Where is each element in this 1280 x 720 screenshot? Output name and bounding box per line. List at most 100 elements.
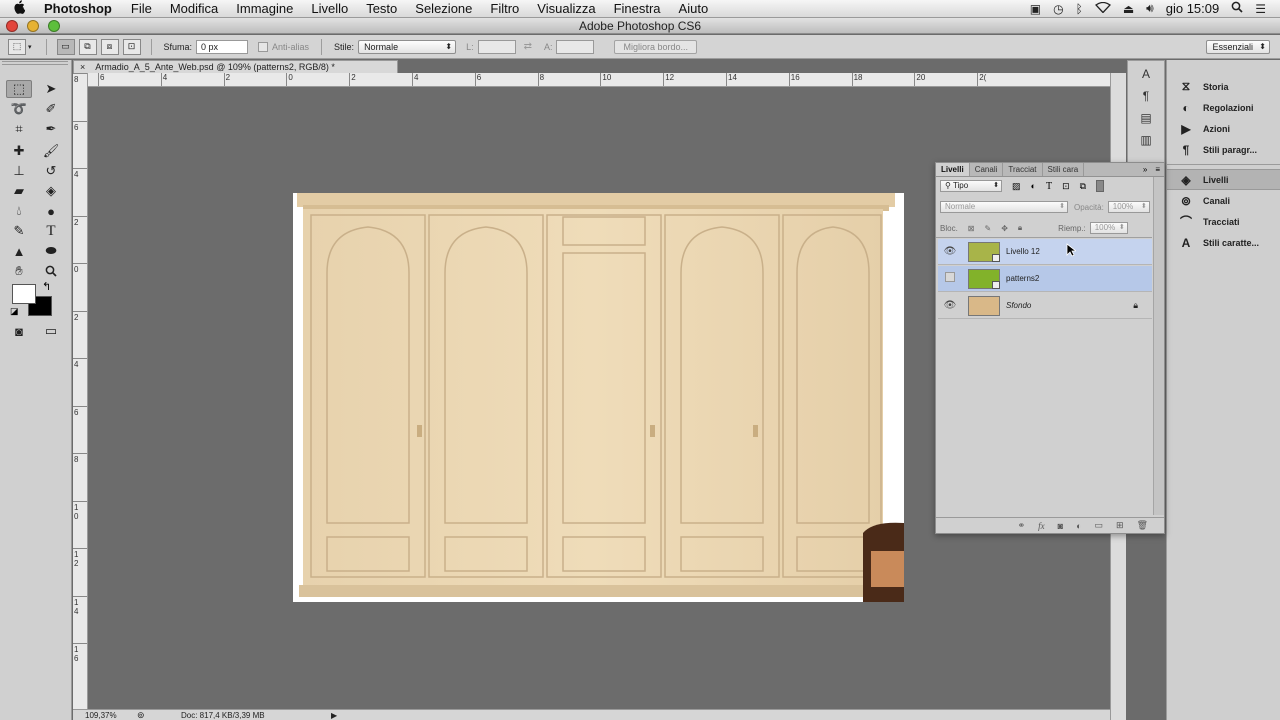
- vertical-ruler[interactable]: 8 6 4 2 0 2 4 6 8 1 0 1 2 1 4 1 6: [73, 73, 88, 711]
- menu-immagine[interactable]: Immagine: [227, 1, 302, 16]
- blur-tool-icon[interactable]: 💧︎: [6, 202, 32, 220]
- layer-visibility-eye-icon[interactable]: 👁︎: [938, 300, 962, 311]
- height-input[interactable]: [556, 39, 595, 54]
- tab-tracciati[interactable]: Tracciat: [1003, 163, 1043, 176]
- menu-selezione[interactable]: Selezione: [406, 1, 481, 16]
- lock-position-icon[interactable]: ✥: [1001, 224, 1008, 233]
- panel-collapse-icon[interactable]: »: [1139, 163, 1151, 176]
- blend-mode-select[interactable]: Normale: [940, 201, 1068, 213]
- bluetooth-icon[interactable]: ᛒ: [1076, 2, 1083, 16]
- spotlight-search-icon[interactable]: [1231, 1, 1243, 16]
- feather-input[interactable]: 0 px: [196, 39, 249, 54]
- status-menu-arrow-icon[interactable]: ▶: [331, 711, 337, 720]
- paint-bucket-tool-icon[interactable]: ◈: [38, 182, 64, 200]
- status-preview-icon[interactable]: ⊚: [137, 710, 159, 720]
- width-input[interactable]: [477, 39, 516, 54]
- document-tab[interactable]: × Armadio_A_5_Ante_Web.psd @ 109% (patte…: [73, 60, 398, 74]
- clone-stamp-tool-icon[interactable]: ⊥: [6, 162, 32, 180]
- type-tool-icon[interactable]: T: [38, 222, 64, 240]
- workspace-select[interactable]: Essenziali: [1206, 39, 1270, 54]
- eject-icon[interactable]: ⏏: [1123, 2, 1134, 16]
- dock-item-tracciati[interactable]: ⌒ Tracciati: [1167, 211, 1280, 232]
- brush-tool-icon[interactable]: 🖌︎: [38, 142, 64, 160]
- filter-adjustment-layer-icon[interactable]: ◐: [1031, 181, 1036, 191]
- layer-name[interactable]: Sfondo: [1006, 301, 1031, 310]
- dock-item-livelli[interactable]: ◈ Livelli: [1167, 169, 1280, 190]
- panel-icon[interactable]: ▤: [1135, 109, 1157, 127]
- layer-name[interactable]: Livello 12: [1006, 247, 1040, 256]
- zoom-tool-icon[interactable]: [38, 262, 64, 280]
- lock-image-pixels-icon[interactable]: ✎: [985, 224, 992, 233]
- wardrobe-image[interactable]: [293, 193, 904, 602]
- dock-item-azioni[interactable]: ▶ Azioni: [1167, 118, 1280, 139]
- history-brush-tool-icon[interactable]: ↺: [38, 162, 64, 180]
- eraser-tool-icon[interactable]: ▰: [6, 182, 32, 200]
- default-colors-icon[interactable]: ◪: [10, 306, 19, 317]
- panel-menu-icon[interactable]: ≡: [1151, 163, 1164, 176]
- close-window-button[interactable]: [6, 20, 18, 32]
- hand-tool-icon[interactable]: ✋︎: [6, 262, 32, 280]
- pen-tool-icon[interactable]: ✎: [6, 222, 32, 240]
- style-select[interactable]: Normale: [358, 39, 457, 54]
- filter-smart-object-icon[interactable]: ⧉: [1080, 181, 1086, 192]
- menu-visualizza[interactable]: Visualizza: [528, 1, 604, 16]
- paragraph-panel-icon[interactable]: ¶: [1135, 87, 1157, 105]
- layer-style-fx-icon[interactable]: fx: [1038, 521, 1045, 531]
- refine-edge-button[interactable]: Migliora bordo...: [614, 39, 698, 54]
- healing-brush-tool-icon[interactable]: ✚: [6, 142, 32, 160]
- layer-name[interactable]: patterns2: [1006, 274, 1039, 283]
- swap-dimensions-icon[interactable]: ⇄: [524, 41, 532, 52]
- minimize-window-button[interactable]: [27, 20, 39, 32]
- lock-all-icon[interactable]: 🔒︎: [1018, 223, 1022, 233]
- fill-input[interactable]: 100%: [1089, 222, 1128, 234]
- move-tool-icon[interactable]: ➤: [38, 80, 64, 98]
- new-group-icon[interactable]: ▭: [1095, 520, 1104, 531]
- menu-modifica[interactable]: Modifica: [161, 1, 227, 16]
- new-adjustment-layer-icon[interactable]: ◐: [1076, 521, 1081, 531]
- filter-pixel-layer-icon[interactable]: ▨: [1012, 181, 1021, 192]
- screen-mode-icon[interactable]: ▭: [38, 322, 64, 340]
- layer-row[interactable]: patterns2: [938, 266, 1152, 292]
- filter-toggle[interactable]: [1096, 180, 1105, 192]
- subtract-from-selection-icon[interactable]: ⧈: [100, 38, 119, 55]
- horizontal-ruler[interactable]: 6 4 2 0 2 4 6 8 10 12 14 16 18 20 2(: [88, 73, 1110, 87]
- dock-item-stili-paragrafo[interactable]: ¶ Stili paragr...: [1167, 139, 1280, 160]
- close-document-icon[interactable]: ×: [80, 62, 85, 72]
- rectangular-marquee-tool-icon[interactable]: ⬚: [6, 80, 32, 98]
- crop-tool-icon[interactable]: ⌗: [6, 120, 32, 138]
- tool-preset-arrow-icon[interactable]: ▾: [28, 43, 32, 51]
- link-layers-icon[interactable]: ⚭: [1018, 520, 1026, 531]
- volume-icon[interactable]: 🔊︎: [1146, 1, 1154, 16]
- quick-selection-tool-icon[interactable]: ✐: [38, 100, 64, 118]
- layer-thumbnail[interactable]: [968, 295, 1000, 316]
- dock-item-canali[interactable]: ⊚ Canali: [1167, 190, 1280, 211]
- foreground-color-swatch[interactable]: [12, 284, 36, 304]
- filter-type-layer-icon[interactable]: T: [1046, 181, 1052, 192]
- layer-row[interactable]: 👁︎ Livello 12: [938, 239, 1152, 265]
- screen-mirror-icon[interactable]: ▣: [1030, 2, 1041, 16]
- path-selection-tool-icon[interactable]: ▲: [6, 242, 32, 260]
- quick-mask-icon[interactable]: ◙: [6, 322, 32, 340]
- apple-logo-icon[interactable]: [0, 0, 38, 17]
- menu-livello[interactable]: Livello: [302, 1, 357, 16]
- app-name-menu[interactable]: Photoshop: [38, 1, 122, 16]
- menu-aiuto[interactable]: Aiuto: [670, 1, 718, 16]
- notification-list-icon[interactable]: ☰: [1255, 2, 1266, 16]
- dock-item-storia[interactable]: ⧖ Storia: [1167, 76, 1280, 97]
- dock-item-regolazioni[interactable]: ◐ Regolazioni: [1167, 97, 1280, 118]
- zoom-window-button[interactable]: [48, 20, 60, 32]
- panel-icon-2[interactable]: ▥: [1135, 131, 1157, 149]
- new-layer-icon[interactable]: ⊞: [1116, 520, 1124, 531]
- ellipse-tool-icon[interactable]: ⬬: [38, 242, 64, 260]
- wifi-icon[interactable]: [1094, 1, 1111, 16]
- menu-filtro[interactable]: Filtro: [481, 1, 528, 16]
- zoom-level[interactable]: 109,37%: [85, 711, 137, 720]
- tab-livelli[interactable]: Livelli: [936, 163, 970, 176]
- tab-stili-carattere[interactable]: Stili cara: [1043, 163, 1085, 176]
- layer-visibility-toggle[interactable]: [938, 272, 962, 285]
- menu-testo[interactable]: Testo: [357, 1, 406, 16]
- layer-filter-select[interactable]: ⚲ Tipo: [940, 180, 1002, 192]
- swap-colors-icon[interactable]: ↰: [42, 280, 51, 293]
- tools-panel-grip[interactable]: [2, 61, 68, 65]
- time-machine-icon[interactable]: ◷: [1053, 2, 1063, 16]
